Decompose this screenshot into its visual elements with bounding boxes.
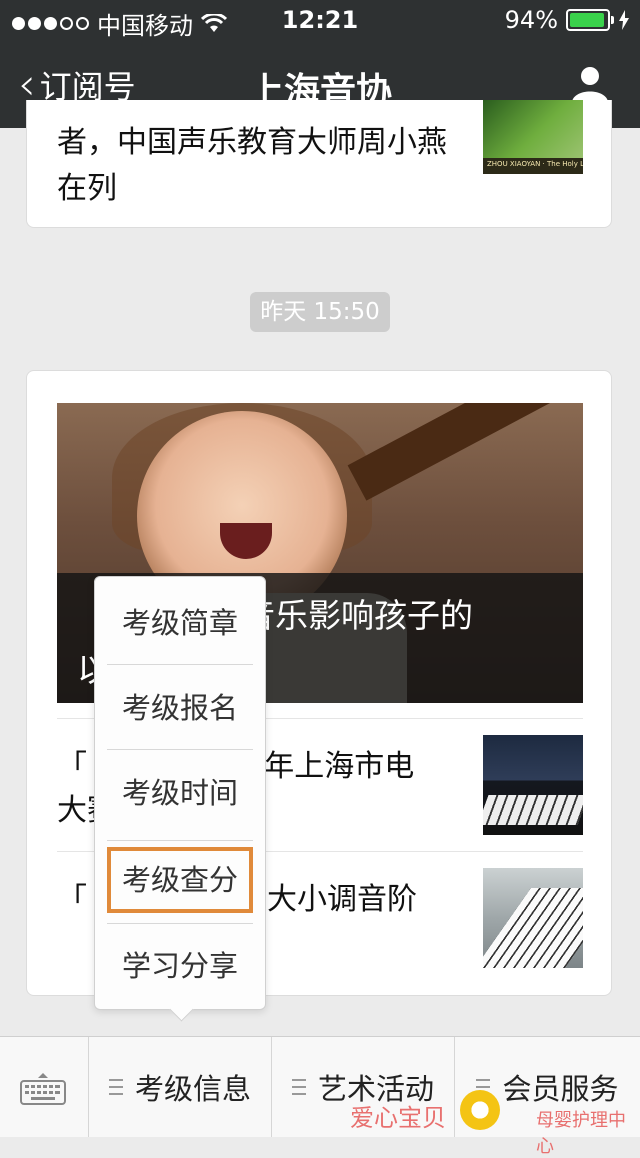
watermark-logo-icon bbox=[460, 1090, 500, 1130]
article-thumbnail: ZHOU XIAOYAN · The Holy Lily of Chinese … bbox=[483, 100, 583, 174]
menu-item-exam-guide[interactable]: 考级简章 bbox=[107, 581, 253, 665]
keyboard-icon bbox=[20, 1073, 66, 1105]
status-bar: 中国移动 12:21 94% bbox=[0, 0, 640, 40]
menu-divider bbox=[107, 840, 253, 841]
charging-bolt-icon bbox=[619, 10, 629, 30]
keyboard-toggle-button[interactable] bbox=[0, 1037, 89, 1137]
article-title: 者，中国声乐教育大师周小燕在列 bbox=[57, 125, 447, 206]
watermark-text-right: 母婴护理中心 bbox=[536, 1110, 626, 1157]
menu-item-exam-score[interactable]: 考级查分 bbox=[107, 847, 253, 913]
menu-lines-icon bbox=[108, 1079, 123, 1095]
menu-item-study-share[interactable]: 学习分享 bbox=[107, 923, 253, 1007]
thumbnail-caption: ZHOU XIAOYAN · The Holy Lily of Chinese … bbox=[487, 160, 583, 168]
menu-item-exam-schedule[interactable]: 考级时间 bbox=[107, 751, 253, 835]
battery-percent: 94% bbox=[504, 6, 558, 34]
article-card-previous[interactable]: 者，中国声乐教育大师周小燕在列 ZHOU XIAOYAN · The Holy … bbox=[26, 100, 612, 228]
battery-icon bbox=[566, 9, 614, 31]
battery-group: 94% bbox=[505, 6, 630, 34]
tab-exam-info[interactable]: 考级信息 bbox=[89, 1037, 272, 1137]
submenu-popup: 考级简章 考级报名 考级时间 考级查分 学习分享 bbox=[94, 576, 266, 1010]
watermark-text: 爱心宝贝 bbox=[350, 1104, 446, 1132]
menu-lines-icon bbox=[291, 1079, 306, 1095]
tab-label: 考级信息 bbox=[134, 1072, 251, 1106]
watermark: 爱心宝贝 母婴护理中心 bbox=[350, 1086, 640, 1157]
keyboard-thumbnail bbox=[483, 735, 583, 835]
message-timestamp: 昨天 15:50 bbox=[250, 292, 390, 332]
profile-icon[interactable] bbox=[570, 64, 610, 104]
menu-item-exam-registration[interactable]: 考级报名 bbox=[107, 666, 253, 750]
piano-stairs-thumbnail bbox=[483, 868, 583, 968]
